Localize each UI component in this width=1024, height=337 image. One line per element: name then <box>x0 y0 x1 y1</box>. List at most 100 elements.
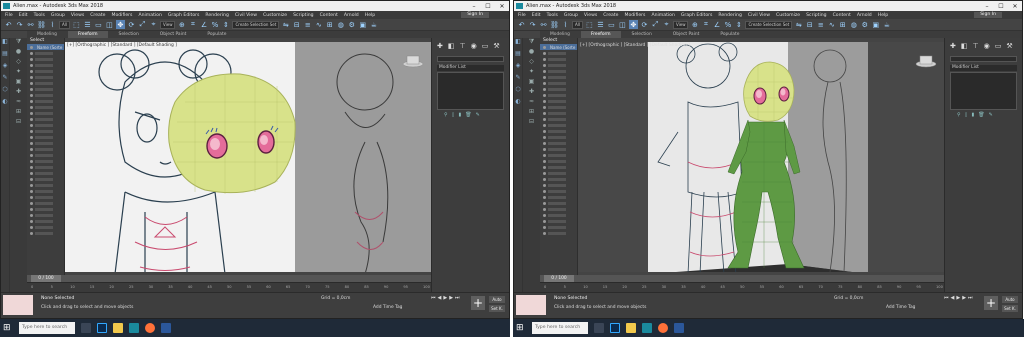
menu-animation[interactable]: Animation <box>651 13 674 18</box>
helpers-icon[interactable]: ✚ <box>523 88 540 98</box>
close-icon[interactable]: ✕ <box>495 1 509 11</box>
tab-object-paint[interactable]: Object Paint <box>150 31 197 38</box>
menu-tools[interactable]: Tools <box>34 13 45 18</box>
menu-help[interactable]: Help <box>365 13 375 18</box>
schematic-icon[interactable]: ⊞ <box>325 20 334 29</box>
mirror-icon[interactable]: ⇋ <box>794 20 803 29</box>
pivot-icon[interactable]: ⊕ <box>690 20 699 29</box>
spacewarps-icon[interactable]: ≈ <box>523 98 540 108</box>
tab-freeform[interactable]: Freeform <box>67 31 108 38</box>
3dsmax-taskbar-icon[interactable] <box>642 323 652 333</box>
strip-tool-icon[interactable]: ▤ <box>514 50 522 62</box>
make-unique-icon[interactable]: ▮ <box>458 112 461 118</box>
snap-icon[interactable]: ⌗ <box>188 20 197 29</box>
menu-graph-editors[interactable]: Graph Editors <box>681 13 713 18</box>
place-icon[interactable]: ⌖ <box>149 20 158 29</box>
menu-tools[interactable]: Tools <box>547 13 558 18</box>
scene-object-row[interactable] <box>540 230 577 236</box>
move-icon[interactable]: ✥ <box>628 20 638 29</box>
rect-selection-icon[interactable]: ▭ <box>94 20 103 29</box>
strip-tool-icon[interactable]: ◈ <box>1 62 9 74</box>
configure-sets-icon[interactable]: ✎ <box>989 112 993 118</box>
pin-stack-icon[interactable]: ⚲ <box>957 112 961 118</box>
menu-edit[interactable]: Edit <box>19 13 28 18</box>
object-name-field[interactable] <box>437 56 504 62</box>
menu-customize[interactable]: Customize <box>263 13 287 18</box>
render-icon[interactable]: ☕ <box>882 20 891 29</box>
create-tab-icon[interactable]: ✚ <box>437 42 443 50</box>
modifier-list-dropdown[interactable]: Modifier List <box>950 65 1017 71</box>
track-bar[interactable]: 0 5 10 15 20 25 30 35 40 45 50 55 60 65 70 75 80 85 90 95 10… <box>27 282 431 292</box>
place-icon[interactable]: ⌖ <box>662 20 671 29</box>
strip-tool-icon[interactable]: ⬡ <box>1 86 9 98</box>
pin-stack-icon[interactable]: ⚲ <box>444 112 448 118</box>
lights-icon[interactable]: ✦ <box>523 68 540 78</box>
scale-icon[interactable]: ⤢ <box>651 20 660 29</box>
shapes-icon[interactable]: ◇ <box>10 58 27 68</box>
utilities-tab-icon[interactable]: ⚒ <box>1006 42 1012 50</box>
strip-tool-icon[interactable]: ◐ <box>514 98 522 110</box>
angle-snap-icon[interactable]: ∠ <box>199 20 208 29</box>
menu-rendering[interactable]: Rendering <box>205 13 228 18</box>
maximize-icon[interactable]: ☐ <box>994 1 1008 11</box>
tab-populate[interactable]: Populate <box>710 31 749 38</box>
unlink-icon[interactable]: ⛓ <box>550 20 559 29</box>
scene-object-row[interactable] <box>27 230 64 236</box>
tab-modeling[interactable]: Modeling <box>27 31 67 38</box>
menu-civil-view[interactable]: Civil View <box>748 13 770 18</box>
show-end-result-icon[interactable]: ▯ <box>965 112 968 118</box>
menu-content[interactable]: Content <box>320 13 338 18</box>
window-crossing-icon[interactable]: ◫ <box>618 20 627 29</box>
playback-controls[interactable]: ⏮◀▶▶⏭ <box>944 295 975 301</box>
add-key-icon[interactable]: + <box>984 296 998 310</box>
render-icon[interactable]: ☕ <box>369 20 378 29</box>
lights-icon[interactable]: ✦ <box>10 68 27 78</box>
sign-in-button[interactable]: Sign In <box>461 12 489 18</box>
strip-tool-icon[interactable]: ▤ <box>1 50 9 62</box>
window-crossing-icon[interactable]: ◫ <box>105 20 114 29</box>
render-setup-icon[interactable]: ⚙ <box>860 20 869 29</box>
strip-tool-icon[interactable]: ✎ <box>514 74 522 86</box>
remove-modifier-icon[interactable]: 🗑 <box>978 112 984 118</box>
shapes-icon[interactable]: ◇ <box>523 58 540 68</box>
workspace-icon[interactable]: ◧ <box>1 38 9 50</box>
select-by-name-icon[interactable]: ☰ <box>83 20 92 29</box>
taskbar-search-input[interactable]: Type here to search <box>532 322 588 334</box>
menu-views[interactable]: Views <box>71 13 84 18</box>
menu-graph-editors[interactable]: Graph Editors <box>168 13 200 18</box>
viewport-label[interactable]: [+] [Orthographic ] [Standard ] [Default… <box>67 43 177 48</box>
time-slider[interactable]: 0 / 100 <box>27 275 431 282</box>
percent-snap-icon[interactable]: % <box>723 20 732 29</box>
display-all-icon[interactable]: ⊞ <box>10 108 27 118</box>
task-view-icon[interactable] <box>594 323 604 333</box>
show-end-result-icon[interactable]: ▯ <box>452 112 455 118</box>
maximize-icon[interactable]: ☐ <box>481 1 495 11</box>
menu-file[interactable]: File <box>518 13 526 18</box>
layer-icon[interactable]: ≡ <box>816 20 825 29</box>
menu-modifiers[interactable]: Modifiers <box>111 13 132 18</box>
word-icon[interactable] <box>161 323 171 333</box>
hierarchy-tab-icon[interactable]: ⊤ <box>973 42 979 50</box>
menu-scripting[interactable]: Scripting <box>806 13 826 18</box>
windows-start-icon[interactable]: ⊞ <box>516 323 526 333</box>
time-slider-knob[interactable]: 0 / 100 <box>544 275 574 282</box>
menu-modifiers[interactable]: Modifiers <box>624 13 645 18</box>
snap-icon[interactable]: ⌗ <box>701 20 710 29</box>
set-key-button[interactable]: Set K. <box>1002 305 1018 312</box>
viewport-label[interactable]: [+] [Orthographic ] [Standard ] [Default… <box>580 43 690 48</box>
auto-key-button[interactable]: Auto <box>489 296 505 303</box>
curve-editor-icon[interactable]: ∿ <box>827 20 836 29</box>
strip-tool-icon[interactable]: ⬡ <box>514 86 522 98</box>
display-all-icon[interactable]: ⊞ <box>523 108 540 118</box>
windows-start-icon[interactable]: ⊞ <box>3 323 13 333</box>
tab-object-paint[interactable]: Object Paint <box>663 31 710 38</box>
reference-coordinate-dropdown[interactable]: View <box>672 20 689 29</box>
menu-arnold[interactable]: Arnold <box>857 13 872 18</box>
menu-content[interactable]: Content <box>833 13 851 18</box>
motion-tab-icon[interactable]: ◉ <box>471 42 477 50</box>
modify-tab-icon[interactable]: ◧ <box>961 42 968 50</box>
tab-modeling[interactable]: Modeling <box>540 31 580 38</box>
menu-customize[interactable]: Customize <box>776 13 800 18</box>
spinner-snap-icon[interactable]: ⇕ <box>734 20 743 29</box>
create-tab-icon[interactable]: ✚ <box>950 42 956 50</box>
